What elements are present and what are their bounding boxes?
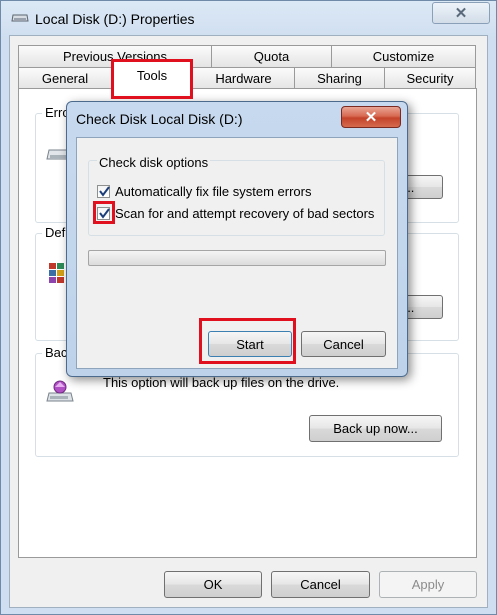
scan-bad-sectors-label: Scan for and attempt recovery of bad sec… (115, 206, 375, 221)
start-button[interactable]: Start (208, 331, 292, 357)
drive-icon (11, 14, 29, 22)
window-title: Local Disk (D:) Properties (35, 11, 195, 27)
tab-security[interactable]: Security (384, 67, 476, 89)
dialog-cancel-button[interactable]: Cancel (301, 331, 386, 357)
tab-sharing[interactable]: Sharing (294, 67, 385, 89)
apply-button[interactable]: Apply (379, 571, 477, 598)
close-icon: ✕ (364, 109, 378, 126)
check-disk-options-label: Check disk options (97, 155, 211, 170)
checkmark-icon (99, 186, 110, 197)
tab-customize[interactable]: Customize (331, 45, 476, 67)
title-bar[interactable]: Local Disk (D:) Properties ✕ (1, 1, 496, 35)
close-icon: ✕ (454, 5, 468, 22)
backup-description: This option will back up files on the dr… (103, 375, 340, 390)
dialog-close-button[interactable]: ✕ (341, 106, 401, 128)
dialog-body: Check disk options Automatically fix fil… (76, 137, 398, 369)
auto-fix-checkbox[interactable] (97, 185, 110, 198)
ok-button[interactable]: OK (164, 571, 262, 598)
tab-quota[interactable]: Quota (211, 45, 332, 67)
backup-icon (46, 380, 74, 402)
check-disk-progress-bar (88, 250, 386, 266)
tab-hardware[interactable]: Hardware (192, 67, 295, 89)
dialog-title: Check Disk Local Disk (D:) (76, 111, 243, 127)
tab-tools[interactable]: Tools (112, 61, 192, 89)
tab-general[interactable]: General (18, 67, 112, 89)
scan-bad-sectors-option[interactable]: Scan for and attempt recovery of bad sec… (97, 206, 374, 221)
checkmark-icon (99, 208, 110, 219)
scan-bad-sectors-checkbox[interactable] (97, 207, 110, 220)
cancel-button[interactable]: Cancel (271, 571, 370, 598)
defragmentation-label: Def (42, 225, 69, 240)
auto-fix-label: Automatically fix file system errors (115, 184, 312, 199)
auto-fix-option[interactable]: Automatically fix file system errors (97, 184, 312, 199)
back-up-now-button[interactable]: Back up now... (309, 415, 442, 442)
window-close-button[interactable]: ✕ (432, 2, 490, 24)
check-disk-dialog: Check Disk Local Disk (D:) ✕ Check disk … (66, 101, 408, 377)
